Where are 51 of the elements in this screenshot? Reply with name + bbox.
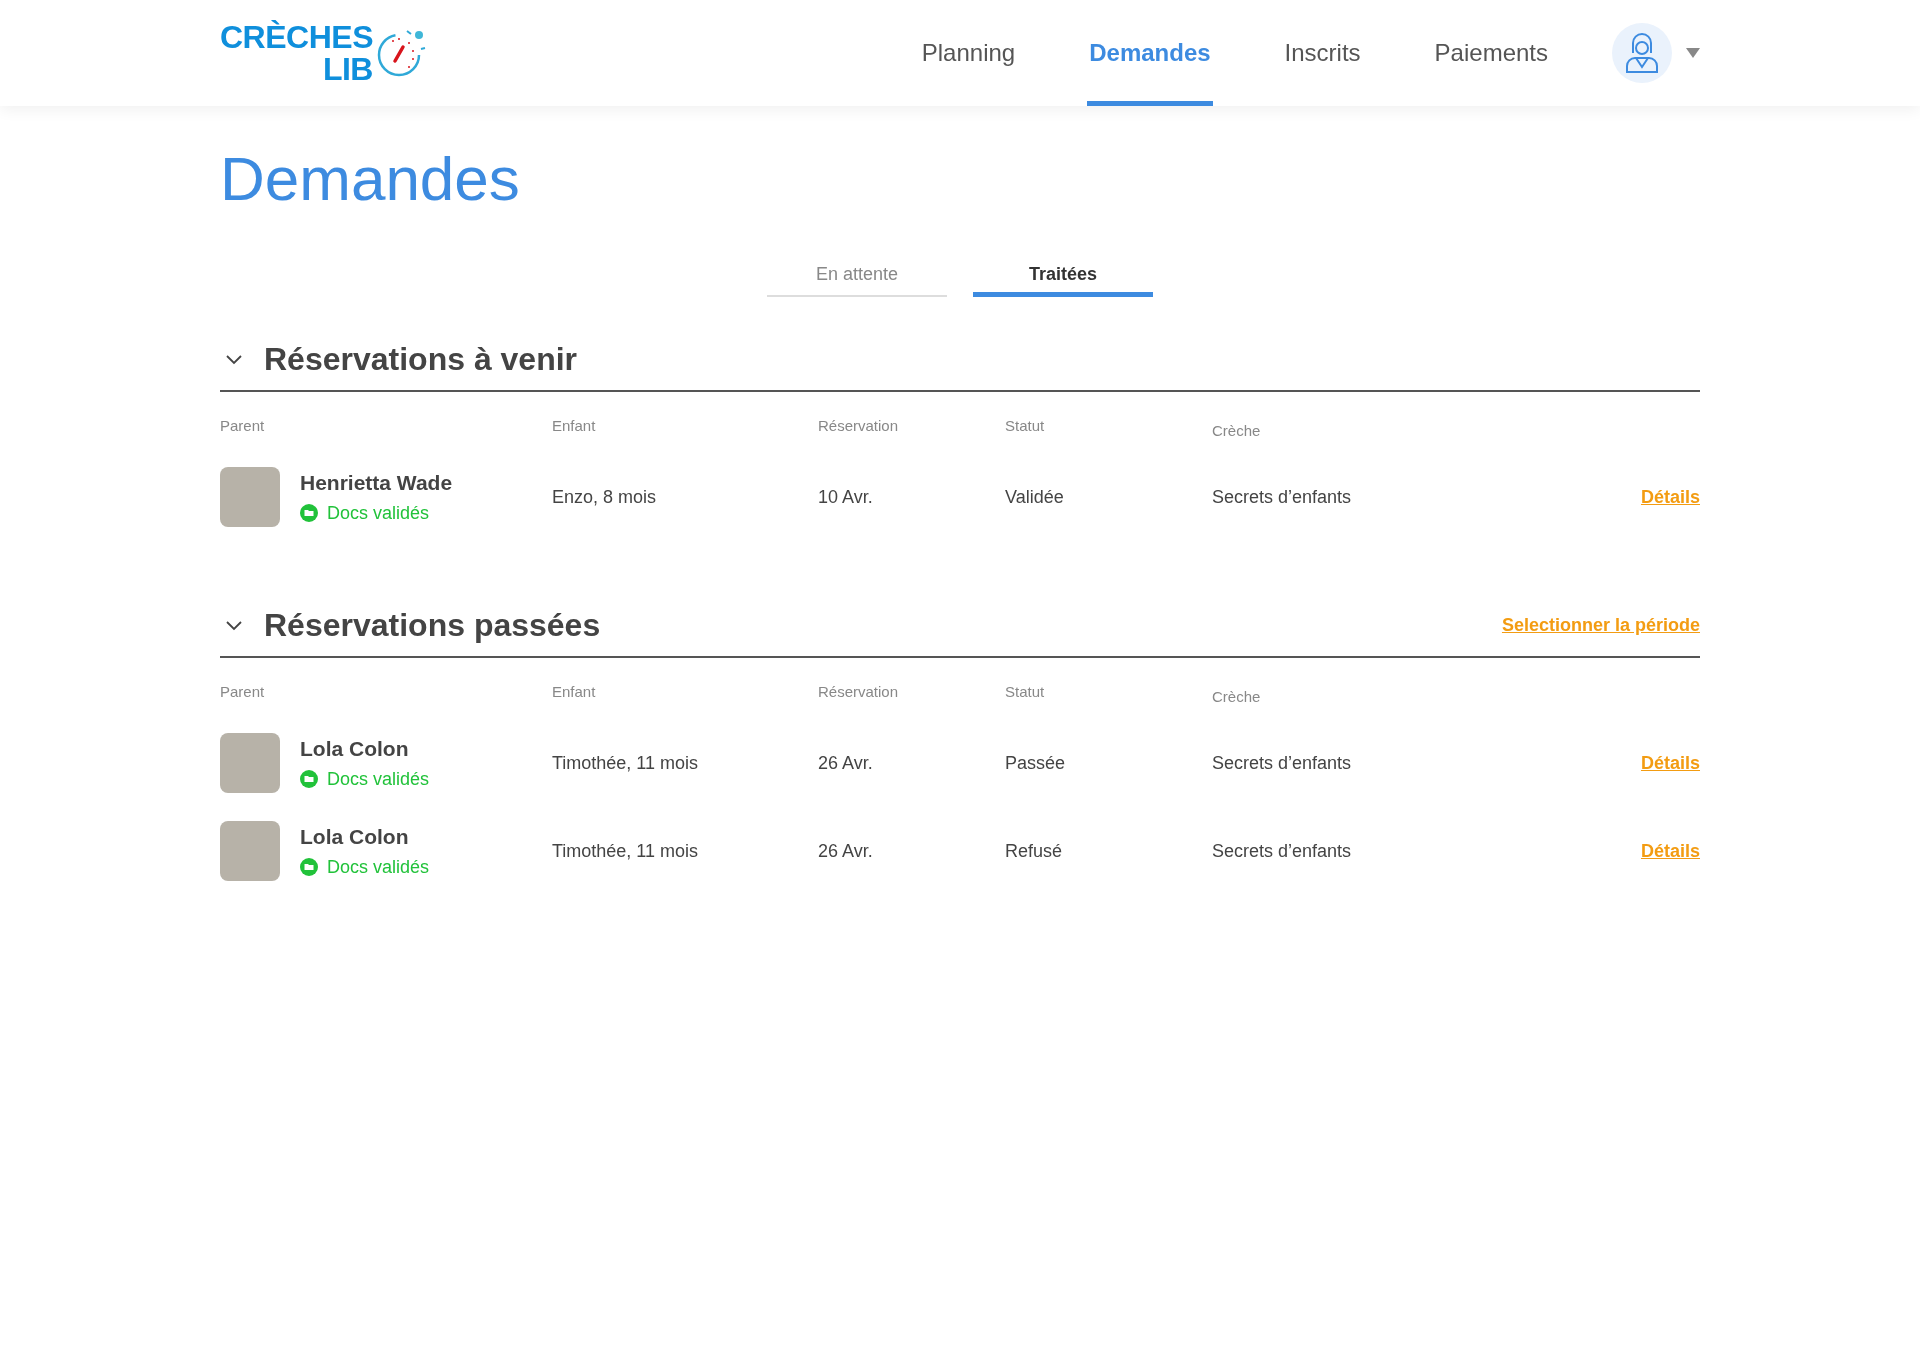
table-cell-text: 10 Avr. (818, 486, 874, 508)
table-cell-text: Refusé (1005, 840, 1064, 862)
section-title: Réservations à venir (264, 341, 578, 378)
photo-placeholder (220, 821, 280, 881)
table-cell-text: Timothée, 11 mois (552, 840, 700, 862)
table-cell-text: Timothée, 11 mois (552, 752, 700, 774)
column-header: Statut (1005, 683, 1046, 700)
logo[interactable]: CRÈCHES LIB (220, 21, 429, 85)
nav-link[interactable]: Inscrits (1282, 0, 1363, 106)
docs-status: Docs validés (327, 856, 430, 878)
parent-name: Lola Colon (300, 824, 410, 849)
section-title: Réservations passées (264, 607, 601, 644)
table-cell-text: Passée (1005, 752, 1067, 774)
page-title: Demandes (220, 148, 521, 210)
tab[interactable]: Traitées (973, 258, 1153, 297)
column-header: Enfant (552, 417, 597, 434)
column-header: Crèche (1212, 421, 1262, 439)
column-header: Enfant (552, 683, 597, 700)
column-header: Réservation (818, 417, 900, 434)
folder-icon (300, 504, 318, 522)
column-header: Parent (220, 417, 266, 434)
docs-status: Docs validés (327, 502, 430, 524)
folder-icon (300, 858, 318, 876)
chevron-icon[interactable] (226, 620, 242, 631)
nav-link[interactable]: Planning (919, 0, 1018, 106)
column-header: Réservation (818, 683, 900, 700)
nav-link[interactable]: Paiements (1432, 0, 1550, 106)
period-link[interactable]: Selectionner la période (1501, 615, 1700, 636)
table-cell-text: Secrets d’enfants (1212, 840, 1353, 862)
photo-placeholder (220, 733, 280, 793)
chevron-icon[interactable] (226, 354, 242, 365)
table-cell-text: Secrets d’enfants (1212, 752, 1353, 774)
folder-icon (300, 770, 318, 788)
tab[interactable]: En attente (767, 258, 947, 297)
details-link[interactable]: Détails (1640, 840, 1700, 861)
table-cell-text: 26 Avr. (818, 840, 874, 862)
column-header: Crèche (1212, 687, 1262, 705)
details-link[interactable]: Détails (1640, 486, 1700, 507)
table-cell-text: 26 Avr. (818, 752, 874, 774)
column-header: Statut (1005, 417, 1046, 434)
table-cell-text: Secrets d’enfants (1212, 486, 1353, 508)
docs-status: Docs validés (327, 768, 430, 790)
details-link[interactable]: Détails (1640, 752, 1700, 773)
column-header: Parent (220, 683, 266, 700)
photo-placeholder (220, 467, 280, 527)
caret-icon[interactable] (1686, 48, 1700, 58)
table-cell-text: Enzo, 8 mois (552, 486, 658, 508)
parent-name: Lola Colon (300, 736, 410, 761)
table-cell-text: Validée (1005, 486, 1065, 508)
nav-link[interactable]: Demandes (1087, 0, 1213, 106)
parent-name: Henrietta Wade (300, 470, 453, 495)
